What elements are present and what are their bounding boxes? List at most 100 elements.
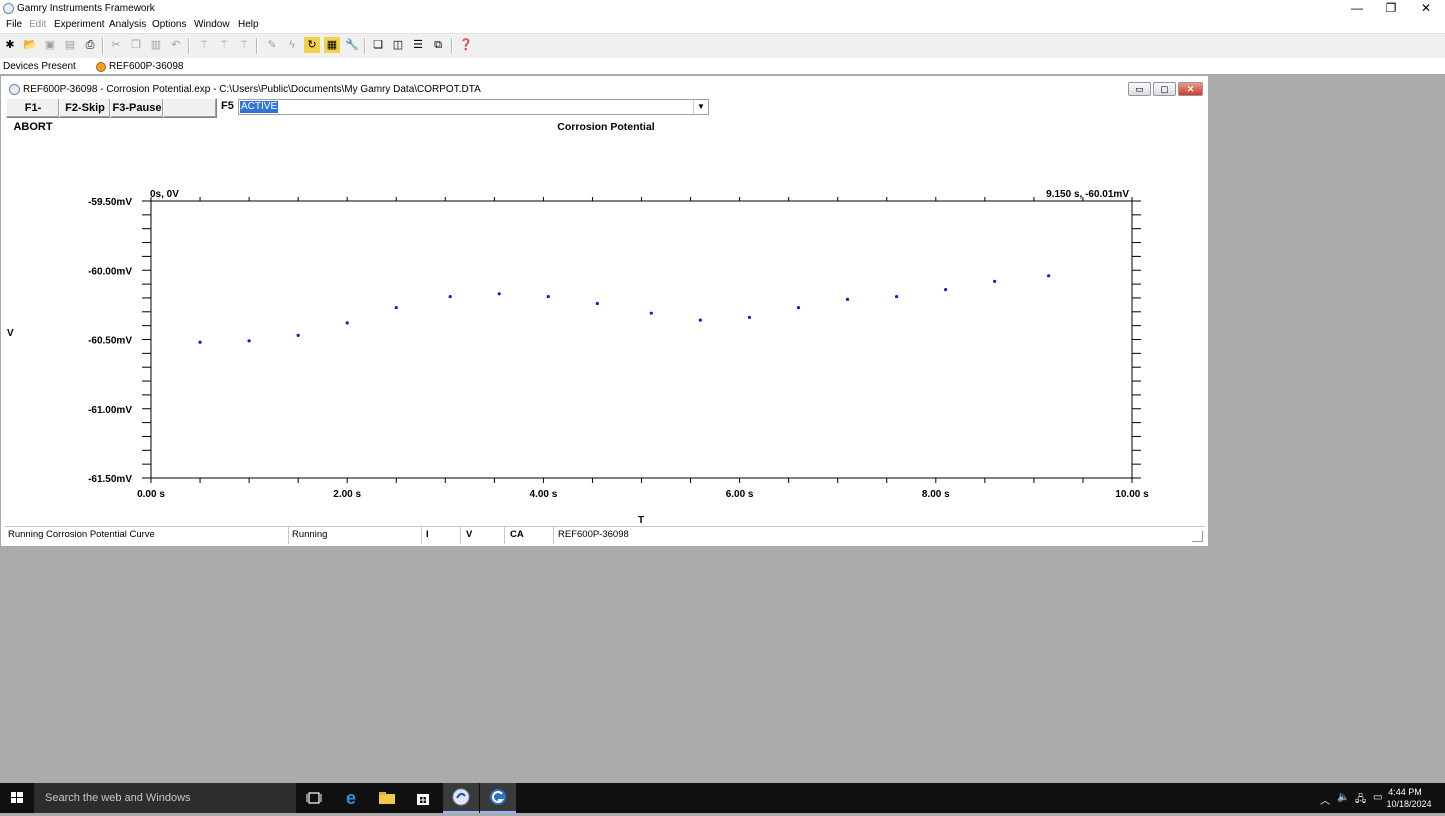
taskbar-time[interactable]: 4:44 PM	[1380, 787, 1430, 797]
menu-options[interactable]: Options	[152, 19, 186, 30]
y-tick-label: -60.00mV	[88, 266, 132, 277]
status-current-label: I	[426, 529, 429, 540]
undo-icon[interactable]: ↶	[168, 37, 184, 53]
tile-vertical-icon[interactable]: ◫	[390, 37, 406, 53]
menu-edit[interactable]: Edit	[29, 19, 46, 30]
chart-title: Corrosion Potential	[557, 121, 655, 133]
status-divider	[504, 527, 505, 544]
edge-browser-icon[interactable]: e	[333, 783, 369, 813]
network-icon[interactable]: 🖧	[1355, 792, 1366, 809]
data-point	[345, 321, 349, 325]
tile-horizontal-icon[interactable]: ☰	[410, 37, 426, 53]
status-state: Running	[292, 529, 328, 540]
status-divider	[288, 527, 289, 544]
paste-icon[interactable]: ▥	[148, 37, 164, 53]
menu-experiment[interactable]: Experiment	[54, 19, 105, 30]
wand-icon[interactable]: ⚚	[196, 37, 212, 53]
pattern-icon[interactable]: ▦	[324, 37, 340, 53]
minimize-button[interactable]: —	[1340, 0, 1374, 17]
menu-help[interactable]: Help	[238, 19, 259, 30]
device-name[interactable]: REF600P-36098	[109, 61, 184, 72]
print-icon[interactable]: ⎙	[82, 37, 98, 53]
new-icon[interactable]: ✱	[2, 37, 18, 53]
status-bar: Running Corrosion Potential Curve Runnin…	[5, 526, 1205, 544]
open-icon[interactable]: 📂	[22, 37, 38, 53]
gamry-logo-icon	[3, 3, 14, 14]
cut-icon[interactable]: ✂	[108, 37, 124, 53]
start-button[interactable]	[0, 783, 34, 813]
wand2-icon[interactable]: ⚚	[216, 37, 232, 53]
data-point	[894, 294, 899, 299]
data-point	[845, 297, 850, 301]
taskbar: Search the web and Windows e ︿ 🔈 🖧 ▭ 4:4…	[0, 783, 1445, 813]
y-tick-label: -61.00mV	[88, 405, 132, 416]
app-titlebar: Gamry Instruments Framework — ❐ ✕	[0, 0, 1445, 17]
file-explorer-icon[interactable]	[369, 783, 405, 813]
taskbar-search-box[interactable]: Search the web and Windows	[34, 783, 296, 813]
volume-icon[interactable]: 🔈	[1337, 792, 1349, 803]
store-icon[interactable]	[405, 783, 441, 813]
data-point	[796, 306, 801, 310]
x-tick-label: 4.00 s	[529, 489, 557, 500]
y-tick-label: -61.50mV	[88, 474, 132, 485]
copy-icon[interactable]: ❐	[128, 37, 144, 53]
toolbar-separator	[364, 38, 366, 54]
resize-grip-icon[interactable]	[1192, 531, 1203, 542]
devices-present-label: Devices Present	[3, 61, 76, 72]
data-point	[698, 318, 702, 322]
experiment-window: REF600P-36098 - Corrosion Potential.exp …	[0, 75, 1209, 547]
corrosion-potential-chart: Corrosion Potential V T 0s, 0V 9.150 s, …	[7, 121, 1149, 526]
help-icon[interactable]: ❓	[458, 37, 474, 53]
status-message: Running Corrosion Potential Curve	[8, 529, 155, 540]
save-all-icon[interactable]: ▤	[62, 37, 78, 53]
menu-file[interactable]: File	[6, 19, 22, 30]
corner-left-label: 0s, 0V	[150, 189, 179, 200]
close-button[interactable]: ✕	[1409, 0, 1443, 17]
wand3-icon[interactable]: ⚚	[236, 37, 252, 53]
data-point	[649, 311, 653, 315]
data-point	[944, 288, 948, 292]
gamry-echem-taskbar-icon[interactable]	[480, 783, 516, 813]
tray-chevron-up-icon[interactable]: ︿	[1320, 792, 1330, 807]
taskbar-search-placeholder: Search the web and Windows	[45, 792, 191, 804]
menu-window[interactable]: Window	[194, 19, 230, 30]
taskbar-date[interactable]: 10/18/2024	[1381, 799, 1437, 809]
windows-logo-icon	[11, 792, 23, 803]
wrench-icon[interactable]: 🔧	[344, 37, 360, 53]
menu-analysis[interactable]: Analysis	[109, 19, 146, 30]
status-device: REF600P-36098	[558, 529, 629, 540]
corner-right-label: 9.150 s, -60.01mV	[1046, 189, 1129, 200]
plot-area-frame	[150, 200, 1133, 479]
toolbar: ✱ 📂 ▣ ▤ ⎙ ✂ ❐ ▥ ↶ ⚚ ⚚ ⚚ ✎ ϟ ↻ ▦ 🔧 ❏ ◫ ☰ …	[0, 33, 1445, 59]
cascade-icon[interactable]: ❏	[370, 37, 386, 53]
x-tick-label: 2.00 s	[333, 489, 361, 500]
data-point	[448, 294, 452, 299]
device-status-icon	[96, 62, 106, 72]
data-point	[198, 340, 202, 344]
devices-bar: Devices Present REF600P-36098	[0, 58, 1445, 74]
data-point	[546, 294, 550, 299]
gamry-framework-taskbar-icon[interactable]	[443, 783, 479, 813]
status-divider	[460, 527, 461, 544]
arrange-icon[interactable]: ⧉	[430, 37, 446, 53]
chart-ylabel: V	[7, 328, 14, 339]
restore-button[interactable]: ❐	[1374, 0, 1408, 17]
pen-icon[interactable]: ✎	[264, 37, 280, 53]
lightning-icon[interactable]: ϟ	[284, 37, 300, 53]
toolbar-separator	[451, 38, 453, 54]
save-icon[interactable]: ▣	[42, 37, 58, 53]
status-mode: CA	[510, 529, 524, 540]
data-point	[747, 315, 752, 319]
refresh-icon[interactable]: ↻	[304, 37, 320, 53]
data-point	[595, 301, 599, 306]
x-tick-label: 8.00 s	[922, 489, 950, 500]
data-point	[497, 292, 501, 296]
toolbar-separator	[188, 38, 190, 54]
x-tick-label: 10.00 s	[1115, 489, 1149, 500]
chart-xlabel: T	[638, 515, 644, 526]
data-point	[296, 333, 300, 337]
app-title: Gamry Instruments Framework	[17, 3, 155, 14]
y-tick-label: -59.50mV	[88, 197, 132, 208]
status-voltage-label: V	[466, 529, 473, 540]
task-view-icon[interactable]	[296, 783, 332, 813]
